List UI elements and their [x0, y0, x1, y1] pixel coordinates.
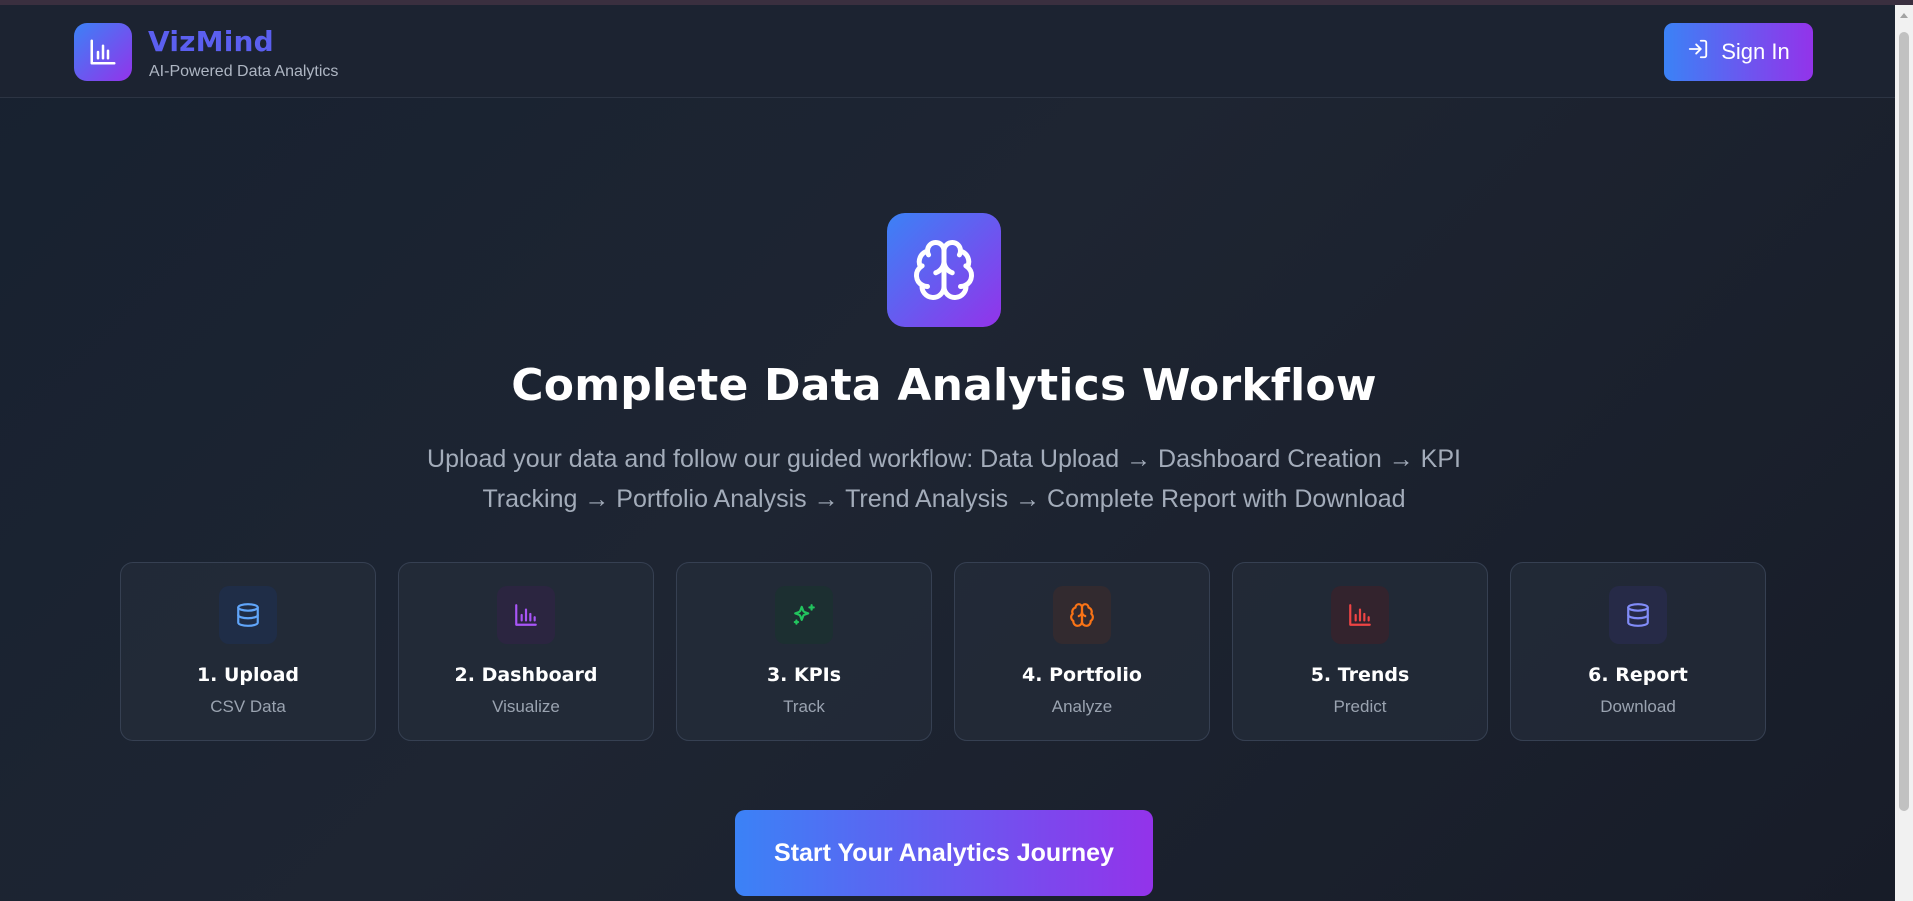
step-subtitle: Track	[783, 697, 825, 716]
page-subtitle: Upload your data and follow our guided w…	[427, 445, 1461, 513]
step-subtitle: Analyze	[1051, 697, 1113, 716]
brand-tagline: AI-Powered Data Analytics	[149, 63, 339, 80]
brand-name[interactable]: VizMind	[148, 25, 274, 58]
logo-icon[interactable]	[74, 23, 132, 81]
step-title: 2. Dashboard	[454, 664, 598, 686]
step-title: 6. Report	[1588, 664, 1688, 686]
step-subtitle: Predict	[1333, 697, 1387, 716]
step-subtitle: Visualize	[492, 697, 560, 716]
bar-chart-icon	[1331, 586, 1389, 644]
step-card-upload[interactable]: 1. Upload CSV Data	[120, 562, 376, 741]
database-icon	[1609, 586, 1667, 644]
top-nav: VizMind AI-Powered Data Analytics Sign I…	[0, 5, 1895, 98]
step-card-portfolio[interactable]: 4. Portfolio Analyze	[954, 562, 1210, 741]
brain-icon	[887, 213, 1001, 327]
step-card-report[interactable]: 6. Report Download	[1510, 562, 1766, 741]
scrollbar-thumb[interactable]	[1899, 32, 1909, 811]
bar-chart-icon	[497, 586, 555, 644]
step-title: 5. Trends	[1310, 664, 1410, 686]
scroll-up-arrow-icon[interactable]	[1900, 13, 1908, 18]
page-scrollbar[interactable]	[1895, 5, 1913, 901]
step-title: 3. KPIs	[766, 664, 842, 686]
step-subtitle: Download	[1600, 697, 1676, 716]
sign-in-label: Sign In	[1721, 39, 1790, 64]
step-card-kpis[interactable]: 3. KPIs Track	[676, 562, 932, 741]
sign-in-icon	[1687, 38, 1709, 66]
sparkles-icon	[775, 586, 833, 644]
step-card-trends[interactable]: 5. Trends Predict	[1232, 562, 1488, 741]
step-title: 1. Upload	[196, 664, 300, 686]
step-title: 4. Portfolio	[1022, 664, 1142, 686]
start-journey-button[interactable]: Start Your Analytics Journey	[735, 810, 1153, 896]
page-title: Complete Data Analytics Workflow	[511, 360, 1377, 411]
step-subtitle: CSV Data	[210, 697, 286, 716]
sign-in-button[interactable]: Sign In	[1664, 23, 1813, 81]
step-card-dashboard[interactable]: 2. Dashboard Visualize	[398, 562, 654, 741]
brain-icon	[1053, 586, 1111, 644]
workflow-steps: 1. Upload CSV Data 2. Dashboard Visualiz…	[120, 562, 1768, 742]
database-icon	[219, 586, 277, 644]
